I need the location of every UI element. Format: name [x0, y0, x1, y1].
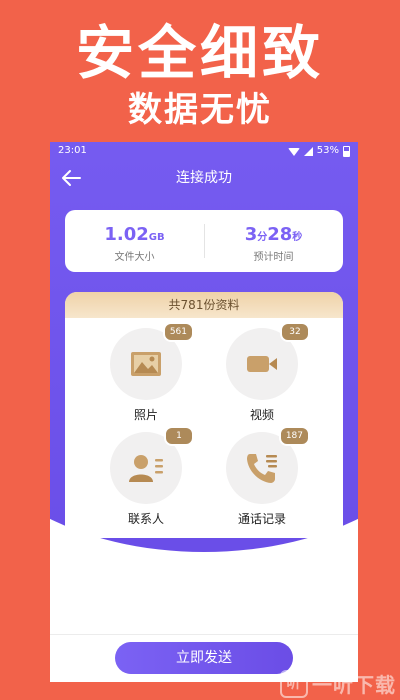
videos-count-badge: 32: [280, 322, 310, 342]
contacts-icon: [129, 455, 163, 482]
send-now-button[interactable]: 立即发送: [115, 642, 293, 674]
estimated-time-value: 3分28秒: [244, 224, 303, 245]
battery-icon: [343, 145, 350, 157]
contacts-label: 联系人: [127, 512, 164, 526]
data-card: 共781份资料 561 照片 32 视频 1 联系人 187 通话记录: [65, 292, 343, 538]
watermark-text: 一听下载: [312, 673, 396, 697]
nav-bar: 连接成功: [50, 160, 358, 196]
estimated-time-stat: 3分28秒 预计时间: [204, 210, 343, 265]
stats-card: 1.02GB 文件大小 3分28秒 预计时间: [65, 210, 343, 272]
category-call-logs[interactable]: 187 通话记录: [207, 426, 317, 527]
file-size-value: 1.02GB: [104, 224, 165, 245]
promo-title: 安全细致: [75, 19, 324, 87]
watermark: 听 一听下载: [280, 669, 396, 698]
call-logs-label: 通话记录: [237, 512, 286, 526]
estimated-time-label: 预计时间: [253, 252, 294, 263]
status-time: 23:01: [58, 145, 87, 156]
photo-icon: [131, 352, 161, 376]
call-log-icon: [247, 454, 277, 483]
page-title: 连接成功: [176, 170, 232, 186]
videos-icon-circle: 32: [226, 322, 310, 400]
data-total-header: 共781份资料: [65, 292, 343, 318]
photos-label: 照片: [133, 408, 158, 422]
bottom-divider: [50, 634, 358, 635]
call-logs-icon-circle: 187: [226, 426, 310, 504]
category-contacts[interactable]: 1 联系人: [91, 426, 201, 527]
video-icon: [247, 356, 277, 372]
category-videos[interactable]: 32 视频: [207, 322, 317, 423]
phone-screen: 23:01 53% 连接成功 1.02GB 文件大小 3分28秒 预计时间 共7…: [50, 142, 358, 682]
contacts-icon-circle: 1: [110, 426, 194, 504]
call-logs-count-badge: 187: [278, 426, 310, 446]
status-indicators: 53%: [287, 142, 350, 160]
contacts-count-badge: 1: [164, 426, 194, 446]
watermark-logo-icon: 听: [280, 669, 308, 698]
file-size-stat: 1.02GB 文件大小: [65, 210, 204, 265]
signal-icon: [303, 146, 313, 156]
photos-count-badge: 561: [162, 322, 194, 342]
file-size-label: 文件大小: [114, 252, 155, 263]
videos-label: 视频: [249, 408, 274, 422]
battery-percent: 53%: [316, 145, 339, 156]
promo-subtitle: 数据无忧: [128, 90, 272, 130]
photos-icon-circle: 561: [110, 322, 194, 400]
wifi-icon: [287, 148, 300, 156]
category-photos[interactable]: 561 照片: [91, 322, 201, 423]
status-bar: 23:01 53%: [50, 142, 358, 160]
